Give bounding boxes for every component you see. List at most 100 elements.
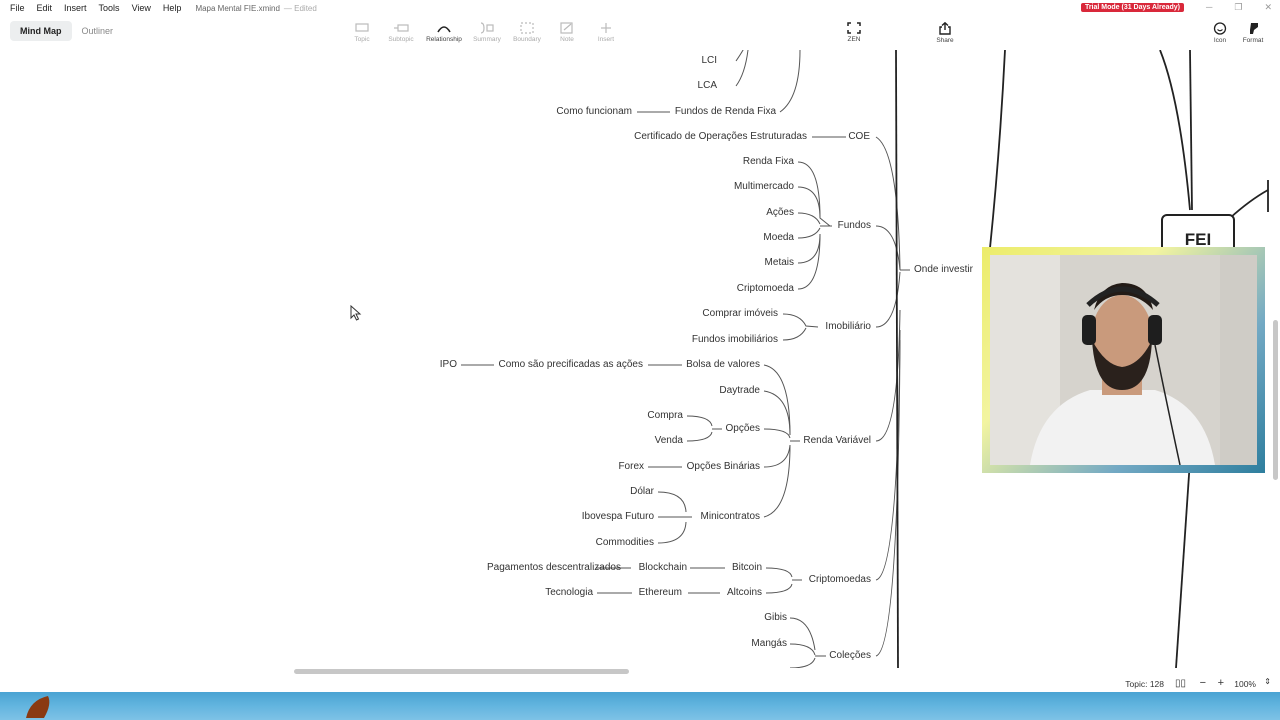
horizontal-scroll-thumb[interactable] (294, 669, 629, 674)
topic-gibis[interactable]: Gibis (764, 612, 787, 624)
topic-blockchain[interactable]: Blockchain (639, 562, 687, 574)
topic-dolar[interactable]: Dólar (630, 486, 654, 498)
zen-button[interactable]: ZEN (832, 18, 876, 43)
menu-edit[interactable]: Edit (31, 3, 59, 13)
topic-ethereum[interactable]: Ethereum (639, 587, 682, 599)
topic-mangas[interactable]: Mangás (751, 638, 787, 650)
tab-outliner[interactable]: Outliner (72, 21, 124, 41)
document-title: Mapa Mental FIE.xmind (195, 3, 280, 13)
topic-ibovespa-futuro[interactable]: Ibovespa Futuro (582, 511, 654, 523)
topic-como-funcionam[interactable]: Como funcionam (556, 106, 632, 118)
boundary-button[interactable]: Boundary (505, 18, 549, 43)
relationship-button[interactable]: Relationship (422, 18, 466, 43)
relationship-label: Relationship (426, 36, 462, 43)
menu-help[interactable]: Help (157, 3, 188, 13)
topic-fundos[interactable]: Fundos (838, 220, 871, 232)
taskbar (0, 692, 1280, 720)
topic-onde-investir[interactable]: Onde investir (914, 264, 973, 276)
menu-bar: File Edit Insert Tools View Help Mapa Me… (0, 0, 1280, 16)
topic-daytrade[interactable]: Daytrade (719, 385, 760, 397)
format-button[interactable]: Format (1231, 18, 1275, 44)
vertical-scroll-thumb[interactable] (1273, 320, 1278, 480)
topic-button[interactable]: Topic (340, 18, 384, 43)
zen-label: ZEN (847, 36, 861, 43)
summary-icon (480, 22, 494, 34)
menu-insert[interactable]: Insert (58, 3, 93, 13)
view-tabs: Mind Map Outliner (10, 20, 123, 42)
topic-lci[interactable]: LCI (701, 55, 717, 67)
topic-opcoes[interactable]: Opções (726, 423, 760, 435)
share-label: Share (936, 37, 954, 44)
fullscreen-icon (847, 22, 861, 34)
topic-certificado[interactable]: Certificado de Operações Estruturadas (634, 131, 807, 143)
trial-badge[interactable]: Trial Mode (31 Days Already) (1080, 3, 1184, 12)
topic-fundos-renda-fixa[interactable]: Fundos de Renda Fixa (675, 106, 776, 118)
topic-criptomoeda[interactable]: Criptomoeda (737, 283, 794, 295)
document-status: — Edited (283, 3, 317, 13)
topic-opcoes-binarias[interactable]: Opções Binárias (687, 461, 760, 473)
boundary-label: Boundary (513, 36, 541, 43)
topic-como-sao-precificadas[interactable]: Como são precificadas as ações (498, 359, 643, 371)
vertical-scrollbar[interactable] (1272, 50, 1280, 676)
book-icon[interactable]: ▯▯ (1175, 678, 1186, 689)
topic-lca[interactable]: LCA (698, 80, 717, 92)
topic-criptomoedas[interactable]: Criptomoedas (809, 574, 871, 586)
zoom-in-button[interactable]: + (1218, 677, 1224, 689)
zoom-level: 100% (1234, 679, 1256, 689)
topic-acoes[interactable]: Ações (766, 207, 794, 219)
topic-moeda[interactable]: Moeda (763, 232, 794, 244)
minimize-icon[interactable]: ─ (1206, 2, 1212, 13)
summary-label: Summary (473, 36, 501, 43)
boundary-icon (520, 22, 534, 34)
topic-imobiliario[interactable]: Imobiliário (825, 321, 871, 333)
insert-label: Insert (597, 36, 615, 43)
window-controls: ─ ❐ ✕ (1206, 2, 1272, 13)
presenter-image (990, 255, 1257, 465)
paint-brush-icon (1250, 23, 1258, 34)
note-label: Note (560, 36, 574, 43)
taskbar-logo-icon[interactable] (18, 694, 58, 718)
topic-commodities[interactable]: Commodities (596, 537, 654, 549)
menu-tools[interactable]: Tools (93, 3, 126, 13)
topic-bitcoin[interactable]: Bitcoin (732, 562, 762, 574)
webcam-overlay (982, 247, 1265, 473)
topic-renda-fixa[interactable]: Renda Fixa (743, 156, 794, 168)
menu-view[interactable]: View (126, 3, 157, 13)
summary-button[interactable]: Summary (465, 18, 509, 43)
share-button[interactable]: Share (923, 18, 967, 44)
topic-colecoes[interactable]: Coleções (829, 650, 871, 662)
topic-comprar-imoveis[interactable]: Comprar imóveis (702, 308, 778, 320)
subtopic-button[interactable]: Subtopic (379, 18, 423, 43)
toolbar: Mind Map Outliner Topic Subtopic Relatio… (0, 16, 1280, 50)
topic-tecnologia[interactable]: Tecnologia (545, 587, 593, 599)
topic-bolsa-valores[interactable]: Bolsa de valores (686, 359, 760, 371)
topic-multimercado[interactable]: Multimercado (734, 181, 794, 193)
tab-mind-map[interactable]: Mind Map (10, 21, 72, 41)
topic-metais[interactable]: Metais (765, 257, 794, 269)
topic-ipo[interactable]: IPO (440, 359, 457, 371)
topic-pagamentos[interactable]: Pagamentos descentralizados (487, 562, 621, 574)
topic-icon (355, 23, 369, 32)
topic-compra[interactable]: Compra (647, 410, 683, 422)
horizontal-scrollbar[interactable] (0, 668, 1272, 676)
topic-fundos-imobiliarios[interactable]: Fundos imobiliários (692, 334, 778, 346)
webcam-video (990, 255, 1257, 465)
topic-venda[interactable]: Venda (655, 435, 683, 447)
subtopic-label: Subtopic (388, 36, 414, 43)
menu-file[interactable]: File (0, 3, 31, 13)
insert-button[interactable]: Insert (584, 18, 628, 43)
topic-renda-variavel[interactable]: Renda Variável (803, 435, 871, 447)
topic-minicontratos[interactable]: Minicontratos (701, 511, 760, 523)
zoom-out-button[interactable]: − (1200, 677, 1206, 689)
maximize-icon[interactable]: ❐ (1234, 2, 1242, 13)
status-bar: Topic: 128 ▯▯ − + 100% ⇕ (0, 676, 1280, 692)
topic-altcoins[interactable]: Altcoins (727, 587, 762, 599)
format-label: Format (1242, 37, 1264, 44)
close-icon[interactable]: ✕ (1264, 2, 1272, 13)
note-button[interactable]: Note (545, 18, 589, 43)
topic-label: Topic (354, 36, 370, 43)
topic-coe[interactable]: COE (848, 131, 870, 143)
xmind-window: File Edit Insert Tools View Help Mapa Me… (0, 0, 1280, 720)
zoom-stepper-icon[interactable]: ⇕ (1264, 677, 1271, 686)
topic-forex[interactable]: Forex (618, 461, 644, 473)
